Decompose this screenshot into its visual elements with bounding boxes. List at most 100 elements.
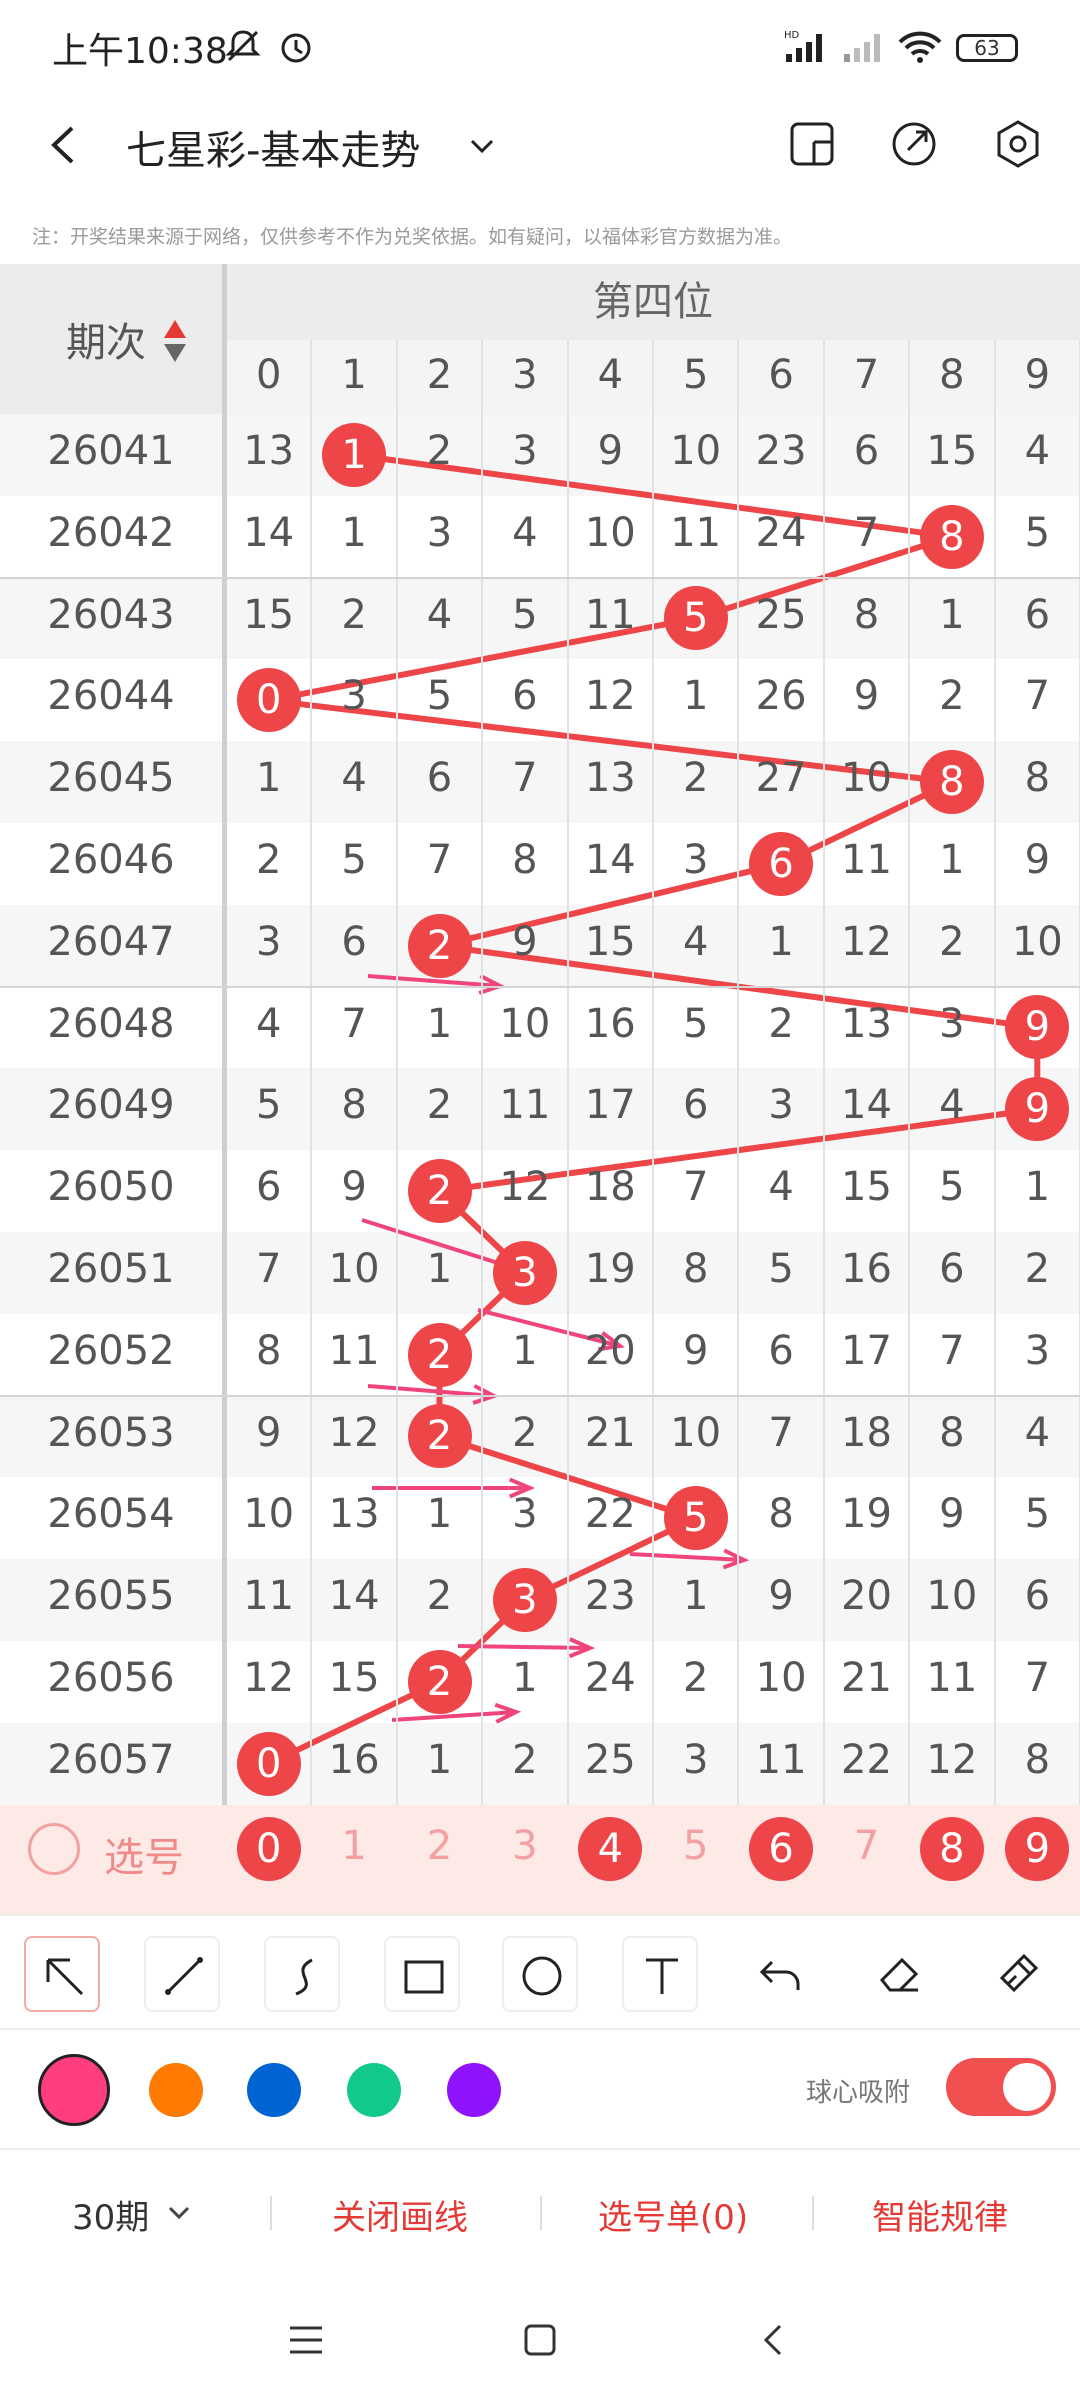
color-swatch[interactable] [149, 2063, 203, 2117]
miss-count: 9 [341, 1164, 367, 1211]
miss-count: 2 [341, 591, 367, 638]
settings-icon[interactable] [990, 116, 1046, 172]
smart-pattern-button[interactable]: 智能规律 [872, 2190, 1008, 2239]
hit-ball[interactable]: 2 [407, 1404, 472, 1469]
hit-ball[interactable]: 2 [407, 1322, 472, 1387]
period-label: 26054 [47, 1491, 175, 1538]
selected-number[interactable]: 8 [919, 1816, 984, 1881]
miss-count: 10 [499, 1000, 551, 1047]
hit-ball[interactable]: 3 [492, 1240, 557, 1305]
miss-count: 16 [841, 1246, 892, 1292]
period-select[interactable]: 30期 [72, 2190, 149, 2239]
miss-count: 9 [1024, 837, 1051, 883]
selected-number[interactable]: 6 [749, 1816, 814, 1881]
miss-count: 8 [255, 1327, 282, 1374]
page-title[interactable]: 七星彩-基本走势 [126, 118, 420, 176]
magnet-label: 球心吸附 [805, 2078, 910, 2108]
hit-ball[interactable]: 3 [492, 1568, 557, 1633]
color-swatch[interactable] [38, 2054, 110, 2126]
undo-button[interactable] [742, 1936, 818, 2012]
chevron-down-small-icon[interactable] [162, 2196, 196, 2230]
unselected-number[interactable]: 3 [482, 1823, 567, 1869]
table-row: 26054 10 13 1 3 22 5 8 19 9 5 [0, 1477, 1080, 1559]
miss-count: 6 [1024, 1573, 1051, 1620]
miss-count: 1 [426, 1736, 453, 1783]
hit-ball[interactable]: 2 [407, 1159, 472, 1224]
miss-count: 2 [768, 1000, 794, 1047]
table-row: 26049 5 8 2 11 17 6 3 14 4 9 [0, 1068, 1080, 1150]
layout-icon[interactable] [784, 116, 840, 172]
miss-count: 3 [341, 673, 367, 720]
period-label: 26044 [47, 673, 175, 720]
text-tool[interactable] [622, 1936, 698, 2012]
miss-count: 1 [939, 591, 965, 638]
miss-count: 6 [939, 1246, 965, 1292]
miss-count: 9 [682, 1327, 709, 1374]
table-body: 26041 13 1 2 3 9 10 23 6 15 4 26042 14 1 3 4 10 11 24 7 8 5 26… [0, 414, 1080, 1914]
curve-tool[interactable] [264, 1936, 340, 2012]
period-header-cell[interactable]: 期次 [0, 264, 222, 414]
unselected-number[interactable]: 7 [824, 1823, 909, 1869]
hit-ball[interactable]: 5 [663, 1486, 728, 1551]
divider [540, 2196, 542, 2230]
miss-count: 2 [939, 918, 965, 965]
table-row: 26048 4 7 1 10 16 5 2 13 3 9 [0, 987, 1080, 1069]
miss-count: 2 [682, 1655, 709, 1701]
miss-count: 8 [512, 837, 538, 883]
rectangle-tool[interactable] [384, 1936, 460, 2012]
system-nav-bar [0, 2290, 1080, 2400]
hit-ball[interactable]: 6 [749, 831, 814, 896]
miss-count: 23 [755, 428, 807, 474]
circle-tool[interactable] [502, 1936, 578, 2012]
selected-number[interactable]: 9 [1005, 1816, 1070, 1881]
share-icon[interactable] [886, 116, 942, 172]
hit-ball[interactable]: 2 [407, 913, 472, 978]
table-row: 26053 9 12 2 2 21 10 7 18 8 4 [0, 1396, 1080, 1478]
hit-ball[interactable]: 9 [1005, 1077, 1070, 1142]
home-icon[interactable] [516, 2316, 564, 2364]
table-row: 26051 7 10 1 3 19 8 5 16 6 2 [0, 1232, 1080, 1314]
hit-ball[interactable]: 5 [663, 586, 728, 651]
back-nav-icon[interactable] [750, 2316, 798, 2364]
miss-count: 15 [926, 428, 978, 474]
unselected-number[interactable]: 2 [397, 1823, 482, 1869]
line-tool[interactable] [144, 1936, 220, 2012]
hit-ball[interactable]: 9 [1005, 995, 1070, 1060]
miss-count: 20 [584, 1327, 636, 1374]
disclaimer-note: 注：开奖结果来源于网络，仅供参考不作为兑奖依据。如有疑问，以福体彩官方数据为准。 [32, 226, 793, 248]
miss-count: 14 [243, 509, 295, 556]
hit-ball[interactable]: 2 [407, 1649, 472, 1714]
unselected-number[interactable]: 5 [653, 1823, 738, 1869]
back-icon[interactable] [40, 120, 90, 170]
miss-count: 10 [243, 1491, 295, 1538]
period-label: 26042 [47, 509, 175, 556]
close-lines-button[interactable]: 关闭画线 [332, 2190, 468, 2239]
chevron-down-icon[interactable] [462, 126, 502, 166]
miss-count: 13 [841, 1000, 892, 1047]
selected-number[interactable]: 0 [236, 1816, 301, 1881]
color-swatch[interactable] [447, 2063, 501, 2117]
hit-ball[interactable]: 0 [236, 1731, 301, 1796]
table-row: 26052 8 11 2 1 20 9 6 17 7 3 [0, 1314, 1080, 1396]
miss-count: 4 [341, 755, 367, 802]
selected-number[interactable]: 4 [578, 1816, 643, 1881]
magnet-toggle[interactable] [946, 2058, 1056, 2116]
hit-ball[interactable]: 8 [919, 750, 984, 815]
miss-count: 2 [426, 428, 453, 474]
menu-icon[interactable] [282, 2316, 330, 2364]
arrow-tool[interactable] [24, 1936, 100, 2012]
sort-icon[interactable] [162, 318, 188, 364]
color-swatch[interactable] [247, 2063, 301, 2117]
table-row: 26044 0 3 5 6 12 1 26 9 2 7 [0, 659, 1080, 741]
eraser-tool[interactable] [862, 1936, 938, 2012]
color-swatch[interactable] [347, 2063, 401, 2117]
clear-tool[interactable] [980, 1936, 1056, 2012]
select-circle-icon[interactable] [28, 1822, 80, 1875]
unselected-number[interactable]: 1 [311, 1823, 396, 1869]
hit-ball[interactable]: 0 [236, 668, 301, 733]
hit-ball[interactable]: 8 [919, 504, 984, 569]
pick-list-button[interactable]: 选号单(0) [598, 2190, 748, 2239]
miss-count: 4 [1024, 428, 1051, 474]
hit-ball[interactable]: 1 [322, 422, 387, 487]
digit-header: 1 [341, 352, 367, 398]
